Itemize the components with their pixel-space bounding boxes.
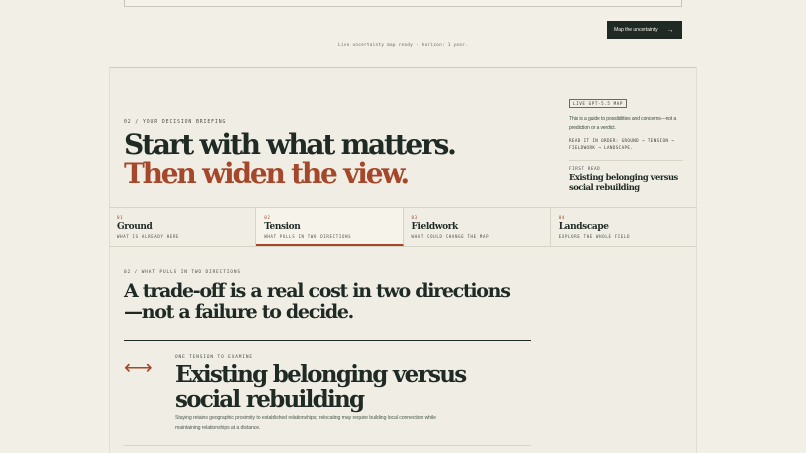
side-divider <box>569 160 683 161</box>
tab-subtitle: EXPLORE THE WHOLE FIELD <box>558 234 631 239</box>
tab-title: Tension <box>264 222 301 232</box>
briefing-tabs: 01 Ground WHAT IS ALREADY HERE 02 Tensio… <box>109 207 697 247</box>
briefing-eyebrow: 02 / YOUR DECISION BRIEFING <box>124 120 227 125</box>
tension-card-title: Existing belonging versus social rebuild… <box>175 361 467 413</box>
top-input-field[interactable] <box>124 0 682 7</box>
side-card-description: This is a guide to possibilities and con… <box>569 116 677 131</box>
tab-title: Fieldwork <box>411 222 459 232</box>
live-model-badge: LIVE GPT-5.5 MAP <box>569 99 627 108</box>
arrow-right-icon: → <box>666 26 674 34</box>
reading-order: READ IT IN ORDER: GROUND → TENSION → FIE… <box>569 138 675 150</box>
tension-card-description: Staying retains geographic proximity to … <box>175 415 436 431</box>
tab-number: 04 <box>558 215 565 220</box>
map-uncertainty-button[interactable]: Map the uncertainty → <box>607 21 682 39</box>
tab-number: 01 <box>117 215 124 220</box>
tab-number: 02 <box>264 215 271 220</box>
tab-subtitle: WHAT COULD CHANGE THE MAP <box>411 234 490 239</box>
briefing-headline: Start with what matters. Then widen the … <box>124 130 457 190</box>
bidirectional-arrow-icon: ⟷ <box>124 357 153 379</box>
tab-landscape[interactable]: 04 Landscape EXPLORE THE WHOLE FIELD <box>551 208 697 246</box>
tab-title: Ground <box>117 222 153 232</box>
card-divider <box>124 445 531 446</box>
tab-number: 03 <box>411 215 418 220</box>
tab-title: Landscape <box>558 222 609 232</box>
headline-line-2: Then widen the view. <box>124 157 410 190</box>
map-uncertainty-label: Map the uncertainty <box>614 27 658 33</box>
section-divider <box>124 340 531 341</box>
first-read-label: FIRST READ <box>569 166 601 171</box>
tab-subtitle: WHAT IS ALREADY HERE <box>117 234 180 239</box>
status-line: Live uncertainty map ready · horizon: 1 … <box>338 43 468 48</box>
tension-eyebrow: 02 / WHAT PULLS IN TWO DIRECTIONS <box>124 270 241 275</box>
tension-card-eyebrow: ONE TENSION TO EXAMINE <box>175 355 253 360</box>
first-read-title[interactable]: Existing belonging versus social rebuild… <box>569 172 689 192</box>
tab-fieldwork[interactable]: 03 Fieldwork WHAT COULD CHANGE THE MAP <box>404 208 551 246</box>
tab-ground[interactable]: 01 Ground WHAT IS ALREADY HERE <box>109 208 257 246</box>
tension-headline: A trade-off is a real cost in two direct… <box>124 280 511 323</box>
tab-tension[interactable]: 02 Tension WHAT PULLS IN TWO DIRECTIONS <box>256 208 404 246</box>
tab-subtitle: WHAT PULLS IN TWO DIRECTIONS <box>264 234 352 239</box>
